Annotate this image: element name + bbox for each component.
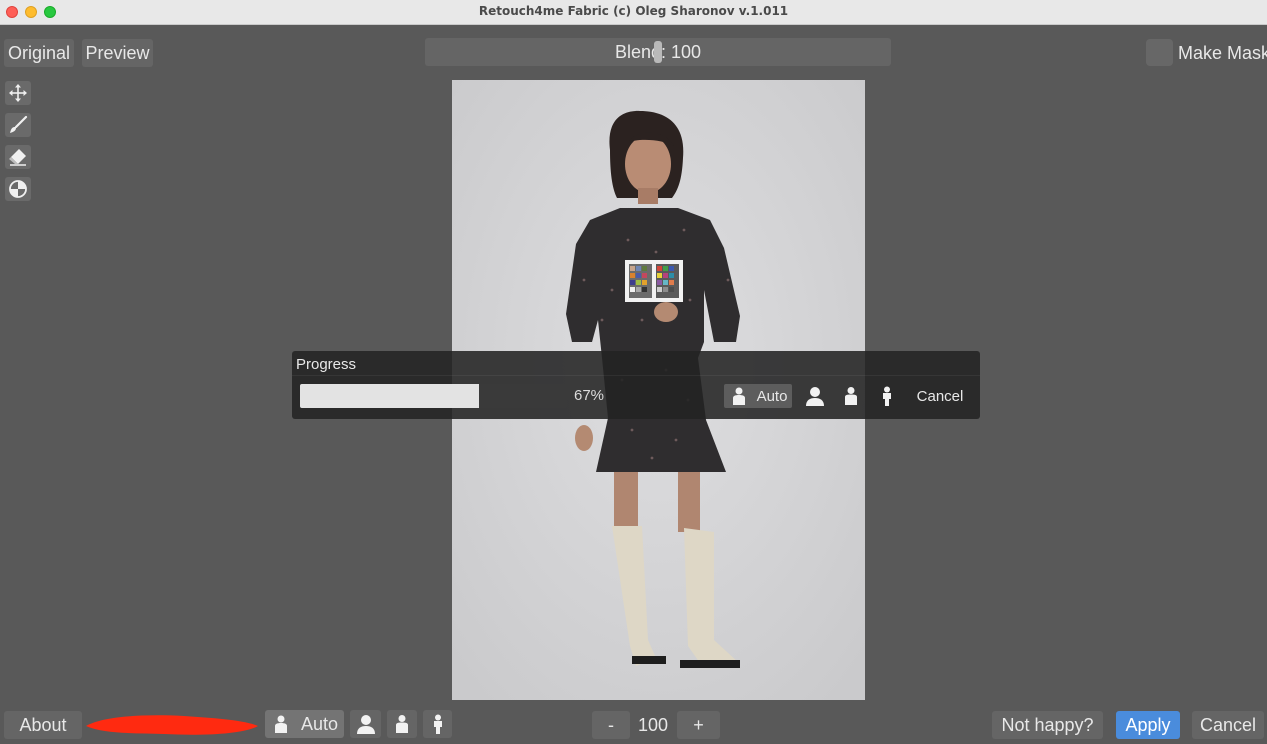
person-portrait-icon: [356, 715, 375, 734]
person-half-body-icon: [845, 387, 857, 405]
dialog-half-body-button[interactable]: [836, 384, 866, 408]
preview-button[interactable]: Preview: [82, 39, 153, 67]
dialog-cancel-button[interactable]: Cancel: [908, 384, 972, 408]
person-half-icon: [274, 715, 287, 733]
half-body-mode-button[interactable]: [387, 710, 417, 738]
about-button[interactable]: About: [4, 711, 82, 739]
dialog-auto-button[interactable]: Auto: [724, 384, 792, 408]
brush-tool-button[interactable]: [5, 113, 31, 137]
redaction-scribble: [86, 715, 258, 735]
progress-dialog: Progress 67% Auto Cancel: [292, 351, 980, 419]
title-bar: Retouch4me Fabric (c) Oleg Sharonov v.1.…: [0, 0, 1267, 25]
dialog-auto-label: Auto: [756, 387, 788, 405]
person-portrait-icon: [806, 387, 824, 406]
zoom-out-button[interactable]: -: [592, 711, 630, 739]
progress-bar-fill: [300, 384, 479, 408]
full-body-mode-button[interactable]: [423, 710, 452, 738]
dialog-full-body-button[interactable]: [872, 384, 902, 408]
progress-dialog-title: Progress: [296, 356, 357, 373]
progress-bar: [300, 384, 567, 408]
make-mask-checkbox[interactable]: [1146, 39, 1173, 66]
move-tool-button[interactable]: [5, 81, 31, 105]
cancel-button[interactable]: Cancel: [1192, 711, 1264, 739]
person-full-body-icon: [883, 386, 891, 406]
auto-button[interactable]: Auto: [265, 710, 344, 738]
eraser-icon: [9, 149, 26, 166]
app-window: Retouch4me Fabric (c) Oleg Sharonov v.1.…: [0, 0, 1267, 744]
zoom-value: 100: [637, 715, 669, 735]
make-mask-label: Make Mask: [1178, 43, 1267, 63]
window-title: Retouch4me Fabric (c) Oleg Sharonov v.1.…: [478, 4, 789, 18]
progress-percent: 67%: [574, 387, 605, 404]
move-icon: [9, 84, 27, 102]
blend-slider-handle[interactable]: [654, 41, 662, 63]
person-full-body-icon: [433, 714, 442, 734]
dialog-portrait-button[interactable]: [800, 384, 830, 408]
brush-icon: [10, 115, 28, 133]
person-half-icon: [732, 387, 745, 405]
dialog-divider: [292, 375, 980, 376]
eraser-tool-button[interactable]: [5, 145, 31, 169]
fill-tool-button[interactable]: [5, 177, 31, 201]
apply-button[interactable]: Apply: [1116, 711, 1180, 739]
not-happy-button[interactable]: Not happy?: [992, 711, 1103, 739]
original-button[interactable]: Original: [4, 39, 74, 67]
portrait-mode-button[interactable]: [350, 710, 381, 738]
person-half-body-icon: [396, 715, 408, 733]
auto-label: Auto: [300, 714, 339, 734]
fill-icon: [9, 180, 27, 198]
zoom-in-button[interactable]: +: [677, 711, 720, 739]
